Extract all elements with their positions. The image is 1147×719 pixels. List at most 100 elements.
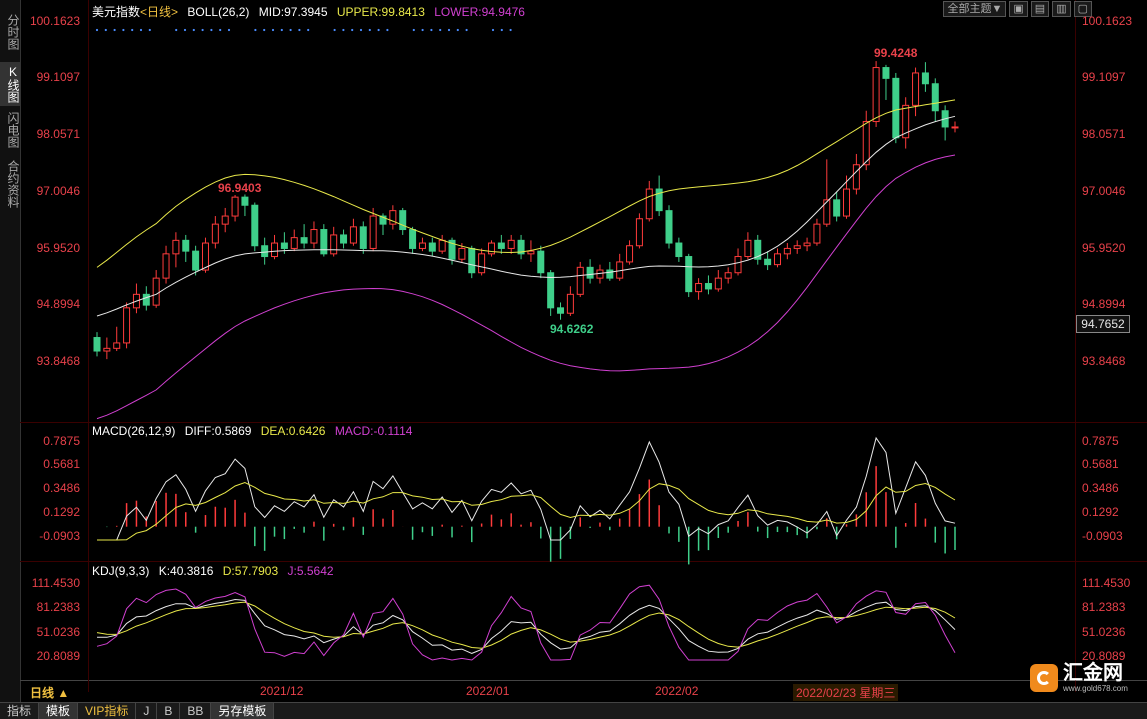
candle-body [685, 256, 693, 293]
event-dot [148, 28, 151, 32]
candle-body [349, 226, 357, 244]
candle-body [517, 239, 525, 255]
candle-body [803, 242, 811, 247]
macd-tick-left: -0.0903 [39, 529, 80, 543]
candle-body [201, 242, 209, 271]
kdj-k-line [96, 598, 956, 654]
tab-bb[interactable]: BB [180, 703, 212, 719]
price-tick-left: 95.9520 [36, 241, 80, 255]
event-dot [491, 28, 495, 32]
candle-body [912, 72, 920, 106]
event-dot [210, 28, 213, 32]
kdj-tick-left: 51.0236 [36, 625, 80, 639]
tab-save-template[interactable]: 另存模板 [211, 703, 275, 719]
price-chart[interactable] [0, 0, 1147, 718]
candle-body [261, 245, 269, 258]
layout-icon-2[interactable]: ▤ [1030, 1, 1050, 17]
kdj-tick-right: 20.8089 [1082, 649, 1126, 663]
price-tick-left: 98.0571 [36, 127, 80, 141]
macd-pane-header: MACD(26,12,9) DIFF:0.5869 DEA:0.6426 MAC… [92, 424, 418, 438]
macd-tick-left: 0.7875 [43, 434, 80, 448]
candle-body [152, 277, 160, 306]
event-dot [430, 28, 433, 32]
axis-divider-left [88, 0, 89, 692]
period-toggle-button[interactable]: 日线 ▲ [30, 684, 69, 701]
candle-body [330, 234, 338, 255]
candle-body [902, 104, 910, 139]
candle-body [783, 247, 791, 255]
candle-body [586, 266, 594, 279]
kdj-title[interactable]: KDJ(9,3,3) [92, 564, 149, 578]
instrument-name: 美元指数 [92, 5, 141, 19]
candle-body [241, 196, 249, 206]
layout-icon-3[interactable]: ▥ [1052, 1, 1071, 17]
candle-body [280, 242, 288, 249]
tab-vip-indicator[interactable]: VIP指标 [78, 703, 137, 719]
candle-body [576, 266, 584, 295]
period-label: <日线> [140, 5, 179, 19]
kdj-k: K:40.3816 [158, 564, 214, 578]
event-dot [254, 28, 257, 32]
candle-body [566, 293, 574, 314]
tab-k-line[interactable]: K线图 [0, 62, 20, 106]
candle-body [941, 110, 949, 128]
tab-time-chart[interactable]: 分时图 [0, 4, 20, 60]
candle-body [113, 342, 121, 349]
boll-mid: MID:97.3945 [258, 5, 328, 19]
tab-template[interactable]: 模板 [39, 703, 79, 719]
candle-body [271, 242, 279, 258]
candle-body [734, 256, 742, 274]
x-axis-label: 2022/02 [655, 684, 699, 698]
candle-body [714, 277, 722, 290]
event-dot [447, 28, 451, 32]
event-dot [307, 28, 310, 32]
macd-tick-right: 0.1292 [1082, 505, 1119, 519]
macd-dea-line [97, 481, 956, 541]
theme-select[interactable]: 全部主题▼ [943, 1, 1007, 17]
candle-body [921, 72, 929, 85]
current-price-label: 94.7652 [1076, 315, 1130, 333]
candle-body [833, 199, 841, 217]
macd-dea: DEA:0.6426 [260, 424, 326, 438]
candle-body [142, 293, 150, 306]
tab-b[interactable]: B [157, 703, 181, 719]
candle-body [438, 239, 446, 252]
tab-j[interactable]: J [136, 703, 158, 719]
candle-body [231, 196, 239, 217]
event-dot [509, 28, 512, 32]
candle-body [418, 242, 426, 249]
event-dot [227, 28, 231, 32]
kdj-tick-right: 81.2383 [1082, 600, 1126, 614]
price-tick-right: 94.8994 [1082, 297, 1126, 311]
event-dot [131, 28, 134, 32]
candle-body [872, 67, 880, 123]
candle-body [823, 199, 831, 225]
kdj-d-line [96, 601, 956, 649]
candle-body [547, 272, 555, 309]
price-tick-right: 99.1097 [1082, 70, 1126, 84]
layout-icon-1[interactable]: ▣ [1009, 1, 1028, 17]
macd-title[interactable]: MACD(26,12,9) [92, 424, 175, 438]
price-tick-left: 100.1623 [29, 14, 80, 28]
pane-divider [20, 680, 1147, 681]
brand-logo-icon [1030, 663, 1058, 692]
tab-contract-info[interactable]: 合约资料 [0, 154, 20, 214]
candle-body [93, 337, 101, 352]
price-tick-left: 97.0046 [36, 184, 80, 198]
candle-body [359, 226, 367, 249]
candle-body [557, 307, 565, 314]
candle-body [409, 229, 417, 249]
tab-indicator[interactable]: 指标 [0, 703, 40, 719]
candle-body [182, 239, 190, 252]
price-tick-right: 98.0571 [1082, 127, 1126, 141]
macd-tick-right: 0.7875 [1082, 434, 1119, 448]
event-dot [175, 28, 178, 32]
macd-value: MACD:-0.1114 [334, 424, 413, 438]
kdj-d: D:57.7903 [222, 564, 279, 578]
event-dot [104, 28, 107, 32]
boll-title[interactable]: BOLL(26,2) [187, 5, 249, 19]
candle-body [882, 67, 890, 79]
boll-mid-line [96, 115, 956, 317]
candle-body [172, 239, 180, 255]
tab-flash-chart[interactable]: 闪电图 [0, 108, 20, 152]
